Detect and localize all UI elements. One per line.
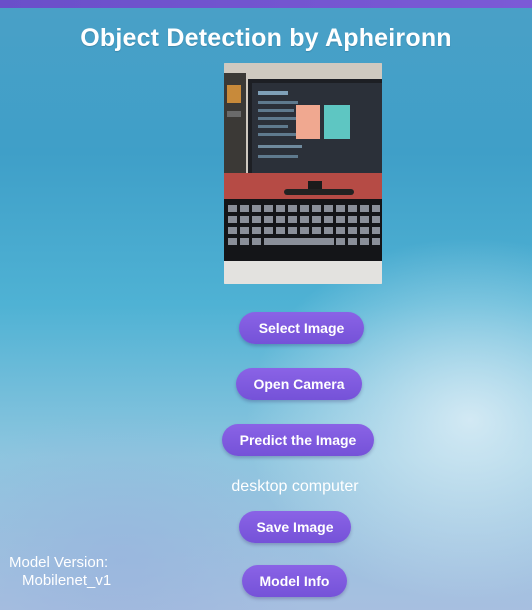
select-image-button[interactable]: Select Image: [239, 312, 364, 344]
model-version-label: Model Version:: [9, 554, 109, 571]
predict-image-button[interactable]: Predict the Image: [222, 424, 374, 456]
prediction-result: desktop computer: [231, 478, 359, 495]
model-info-button[interactable]: Model Info: [242, 565, 347, 597]
app-title: Object Detection by Apheironn: [80, 24, 452, 52]
open-camera-button[interactable]: Open Camera: [236, 368, 362, 400]
model-version-value: Mobilenet_v1: [22, 572, 112, 589]
preview-photo: [224, 63, 382, 284]
image-preview: [224, 63, 382, 284]
save-image-button[interactable]: Save Image: [239, 511, 351, 543]
top-bar: [0, 0, 532, 8]
